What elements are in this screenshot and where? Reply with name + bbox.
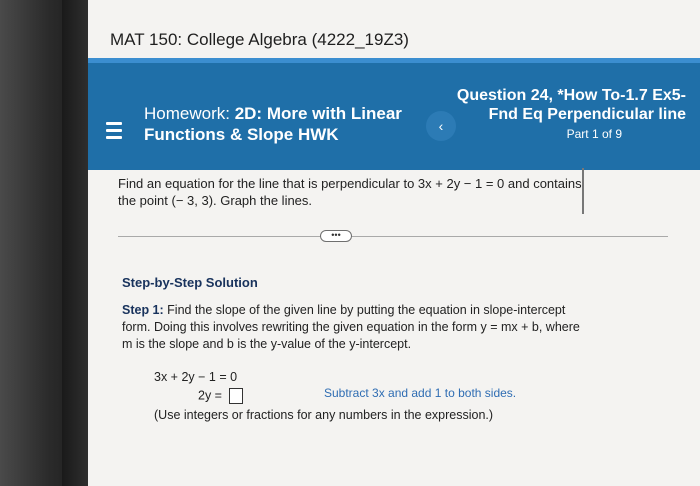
answer-instructions: (Use integers or fractions for any numbe… [154, 408, 494, 422]
steps-title: Step-by-Step Solution [122, 275, 258, 290]
question-title: Question 24, *How To-1.7 Ex5-Fnd Eq Perp… [456, 87, 686, 123]
step-by-step-solution: Step-by-Step Solution Step 1: Find the s… [122, 275, 592, 353]
homework-title: Homework: 2D: More with Linear Functions… [144, 103, 434, 145]
answer-input-box[interactable] [229, 388, 244, 404]
chevron-left-icon: ‹ [438, 118, 444, 134]
course-title: MAT 150: College Algebra (4222_19Z3) [110, 30, 409, 49]
part-indicator: Part 1 of 9 [566, 127, 622, 141]
step-1: Step 1: Find the slope of the given line… [122, 302, 592, 353]
screen: MAT 150: College Algebra (4222_19Z3) Hom… [88, 0, 700, 486]
problem-statement: Find an equation for the line that is pe… [118, 176, 582, 208]
step-hint: Subtract 3x and add 1 to both sides. [324, 386, 517, 400]
section-divider [118, 236, 668, 237]
step-1-label: Step 1: [122, 303, 164, 317]
hamburger-menu-icon[interactable] [106, 122, 122, 143]
homework-header: Homework: 2D: More with Linear Functions… [88, 58, 700, 170]
scrollbar[interactable] [582, 168, 584, 214]
answer-row-left: 2y = [198, 388, 222, 403]
expand-more-button[interactable]: ••• [320, 230, 352, 242]
homework-prefix: Homework: [144, 104, 230, 123]
monitor-bezel-edge [62, 0, 88, 486]
answer-row: 2y = [198, 388, 244, 404]
step-1-text: Find the slope of the given line by putt… [122, 303, 580, 351]
given-equation: 3x + 2y − 1 = 0 [154, 370, 238, 384]
